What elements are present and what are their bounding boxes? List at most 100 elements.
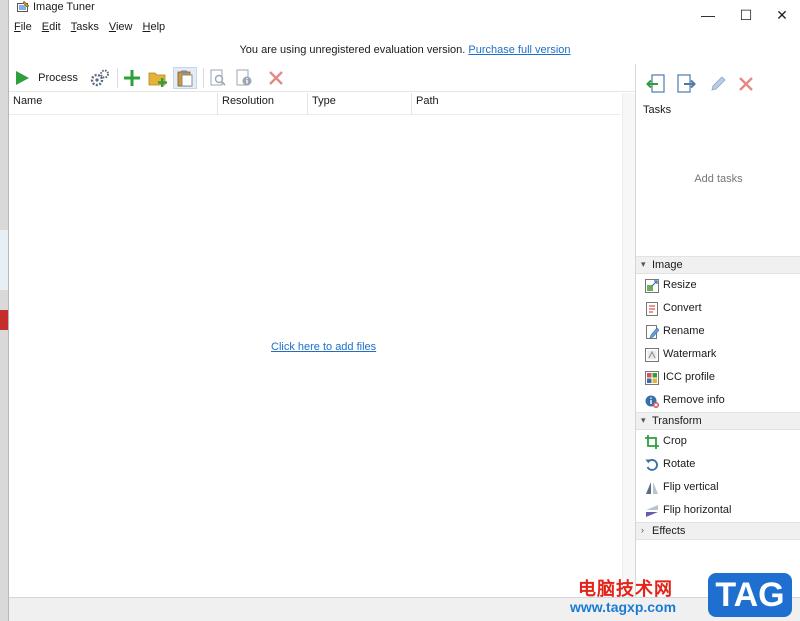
file-list-scrollbar[interactable] <box>622 93 635 597</box>
background-window-fragment <box>0 310 8 330</box>
plus-icon <box>124 70 140 86</box>
task-remove-info[interactable]: Remove info <box>636 390 800 412</box>
folder-add-icon <box>148 72 167 87</box>
task-resize[interactable]: Resize <box>636 275 800 297</box>
section-transform-label: Transform <box>652 415 702 427</box>
flip-horizontal-icon <box>646 505 658 517</box>
menu-view[interactable]: View <box>104 18 138 36</box>
task-flip-horizontal[interactable]: Flip horizontal <box>636 500 800 522</box>
task-flip-vertical[interactable]: Flip vertical <box>636 477 800 499</box>
rotate-icon <box>645 459 658 471</box>
flip-vertical-icon <box>646 482 658 494</box>
maximize-button[interactable]: ☐ <box>731 6 761 26</box>
menu-tasks[interactable]: Tasks <box>66 18 104 36</box>
app-logo-icon <box>17 1 30 12</box>
delete-x-icon <box>739 77 753 91</box>
delete-task-button[interactable] <box>734 72 758 96</box>
menu-bar: File Edit Tasks View Help <box>9 18 170 36</box>
process-button[interactable]: Process <box>13 67 79 89</box>
settings-button[interactable] <box>89 67 111 89</box>
task-flip-vertical-label: Flip vertical <box>663 481 719 493</box>
watermark-icon <box>645 348 659 362</box>
main-toolbar: Process <box>9 64 635 92</box>
watermark-cn-text: 电脑技术网 <box>578 579 673 599</box>
task-rotate-label: Rotate <box>663 458 696 470</box>
task-rename[interactable]: Rename <box>636 321 800 343</box>
file-info-button[interactable] <box>233 67 255 89</box>
import-tasks-button[interactable] <box>644 72 668 96</box>
toolbar-separator <box>117 68 118 88</box>
chevron-down-icon: ▾ <box>641 415 646 425</box>
crop-icon <box>645 435 659 449</box>
resize-icon <box>645 279 659 293</box>
task-watermark[interactable]: Watermark <box>636 344 800 366</box>
task-convert-label: Convert <box>663 302 702 314</box>
click-to-add-files-link[interactable]: Click here to add files <box>271 341 376 353</box>
section-image-label: Image <box>652 259 683 271</box>
convert-icon <box>646 302 658 316</box>
task-resize-label: Resize <box>663 279 697 291</box>
menu-help[interactable]: Help <box>138 18 171 36</box>
purchase-link[interactable]: Purchase full version <box>468 44 570 56</box>
task-crop-label: Crop <box>663 435 687 447</box>
info-document-icon <box>236 69 252 86</box>
file-list-area[interactable]: Click here to add files <box>9 116 635 596</box>
section-effects[interactable]: › Effects <box>636 522 800 540</box>
watermark-badge: TAG <box>708 573 792 617</box>
section-transform[interactable]: ▾ Transform <box>636 412 800 430</box>
task-rename-label: Rename <box>663 325 705 337</box>
close-window-button[interactable]: ✕ <box>767 6 797 26</box>
remove-files-button[interactable] <box>265 67 287 89</box>
section-effects-label: Effects <box>652 525 686 537</box>
delete-x-icon <box>269 71 283 85</box>
evaluation-notice-text: You are using unregistered evaluation ve… <box>239 44 466 56</box>
tasks-panel-title: Tasks <box>643 104 672 116</box>
add-tasks-placeholder: Add tasks <box>694 173 743 185</box>
clipboard-icon <box>177 70 193 87</box>
task-icc-profile-label: ICC profile <box>663 371 715 383</box>
preview-icon <box>210 69 226 86</box>
chevron-down-icon: ▾ <box>641 259 646 269</box>
window-title: Image Tuner <box>33 1 95 13</box>
task-remove-info-label: Remove info <box>663 394 725 406</box>
app-window: Image Tuner — ☐ ✕ File Edit Tasks View H… <box>8 0 800 621</box>
import-icon <box>646 74 665 93</box>
task-watermark-label: Watermark <box>663 348 717 360</box>
column-header-resolution[interactable]: Resolution <box>218 93 308 115</box>
play-icon <box>16 71 30 85</box>
toolbar-separator <box>203 68 204 88</box>
title-bar: Image Tuner — ☐ ✕ <box>9 0 800 23</box>
task-crop[interactable]: Crop <box>636 431 800 453</box>
menu-edit[interactable]: Edit <box>37 18 66 36</box>
menu-file[interactable]: File <box>9 18 37 36</box>
export-tasks-button[interactable] <box>674 72 698 96</box>
background-window-fragment <box>0 230 8 290</box>
paste-button[interactable] <box>173 67 197 89</box>
tasks-toolbar <box>636 64 800 100</box>
file-list-header: Name Resolution Type Path <box>9 93 621 115</box>
task-convert[interactable]: Convert <box>636 298 800 320</box>
export-icon <box>677 74 696 93</box>
column-header-name[interactable]: Name <box>9 93 218 115</box>
minimize-button[interactable]: — <box>693 6 723 26</box>
edit-task-button[interactable] <box>706 72 730 96</box>
add-files-button[interactable] <box>121 67 143 89</box>
chevron-right-icon: › <box>641 525 644 535</box>
rename-icon <box>646 325 659 339</box>
section-image[interactable]: ▾ Image <box>636 256 800 274</box>
task-rotate[interactable]: Rotate <box>636 454 800 476</box>
evaluation-notice: You are using unregistered evaluation ve… <box>9 44 800 56</box>
task-flip-horizontal-label: Flip horizontal <box>663 504 732 516</box>
watermark-url: www.tagxp.com <box>570 599 677 615</box>
color-profile-icon <box>645 371 659 385</box>
process-label: Process <box>38 72 78 84</box>
remove-info-icon <box>645 395 659 408</box>
pencil-icon <box>711 76 726 91</box>
column-header-type[interactable]: Type <box>308 93 412 115</box>
site-watermark: 电脑技术网 www.tagxp.com TAG <box>570 569 800 621</box>
column-header-path[interactable]: Path <box>412 93 621 115</box>
gears-icon <box>90 69 109 87</box>
add-folder-button[interactable] <box>147 67 169 89</box>
task-icc-profile[interactable]: ICC profile <box>636 367 800 389</box>
preview-button[interactable] <box>207 67 229 89</box>
